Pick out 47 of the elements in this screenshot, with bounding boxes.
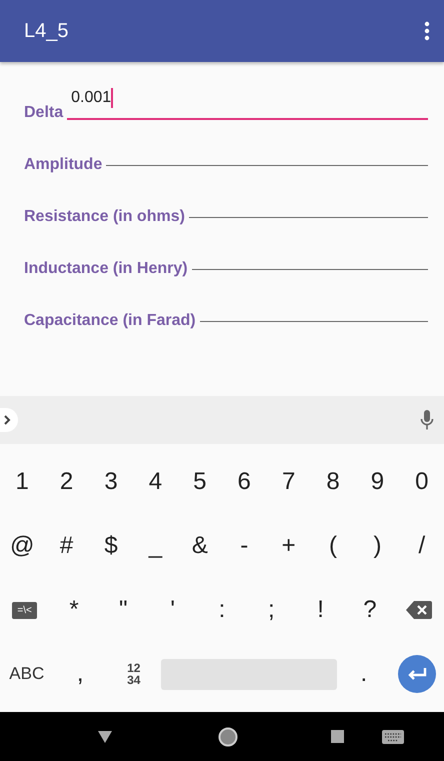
keyboard-key[interactable]: ( (310, 514, 356, 578)
keyboard-key[interactable]: 9 (355, 450, 400, 514)
expand-icon[interactable] (0, 408, 18, 432)
field-label: Delta (24, 104, 64, 122)
backspace-icon[interactable] (406, 601, 432, 619)
keyboard-key[interactable]: * (49, 578, 99, 642)
keyboard-key[interactable]: # (44, 514, 89, 578)
keyboard-key[interactable]: 5 (178, 450, 222, 514)
keyboard-key[interactable]: / (400, 514, 444, 578)
symbols-key[interactable]: =\< (12, 602, 37, 618)
abc-key[interactable]: ABC (0, 642, 54, 706)
enter-key-icon[interactable] (398, 655, 436, 693)
keyboard-key[interactable]: 1 (0, 450, 44, 514)
keyboard-key[interactable]: $ (88, 514, 134, 578)
field-label: Inductance (in Henry) (24, 260, 188, 278)
keyboard-key[interactable]: + (266, 514, 311, 578)
keyboard-key[interactable]: ! (296, 578, 346, 642)
keyboard-key[interactable]: 4 (133, 450, 178, 514)
keyboard-key[interactable]: , (54, 642, 107, 706)
keyboard-key[interactable]: : (197, 578, 247, 642)
keyboard-icon[interactable] (382, 730, 404, 744)
keyboard-key[interactable]: ; (246, 578, 296, 642)
keyboard-key[interactable]: 7 (266, 450, 311, 514)
keyboard-key[interactable]: . (337, 642, 391, 706)
keyboard-key[interactable]: _ (133, 514, 178, 578)
keyboard-key[interactable]: ) (355, 514, 400, 578)
keyboard-key[interactable]: 0 (400, 450, 444, 514)
keyboard-key[interactable]: 6 (222, 450, 266, 514)
field-label: Capacitance (in Farad) (24, 312, 196, 330)
keyboard-key[interactable]: " (98, 578, 148, 642)
keyboard-key[interactable]: @ (0, 514, 44, 578)
keyboard-key[interactable]: 8 (310, 450, 356, 514)
keyboard-key[interactable]: ' (148, 578, 198, 642)
input-field[interactable]: 0.001 (67, 88, 428, 120)
keyboard-key[interactable]: 2 (44, 450, 89, 514)
back-icon[interactable] (98, 730, 112, 742)
keyboard-key[interactable]: & (178, 514, 222, 578)
app-title: L4_5 (24, 20, 68, 42)
microphone-icon[interactable] (420, 409, 434, 431)
field-label: Amplitude (24, 156, 102, 174)
home-icon[interactable] (218, 726, 238, 746)
keyboard-key[interactable]: - (222, 514, 266, 578)
field-label: Resistance (in ohms) (24, 208, 185, 226)
keyboard-key[interactable]: 3 (88, 450, 134, 514)
keyboard-key[interactable]: ? (345, 578, 395, 642)
numpad-key[interactable]: 12 34 (107, 642, 160, 706)
more-options-icon[interactable] (424, 21, 430, 41)
